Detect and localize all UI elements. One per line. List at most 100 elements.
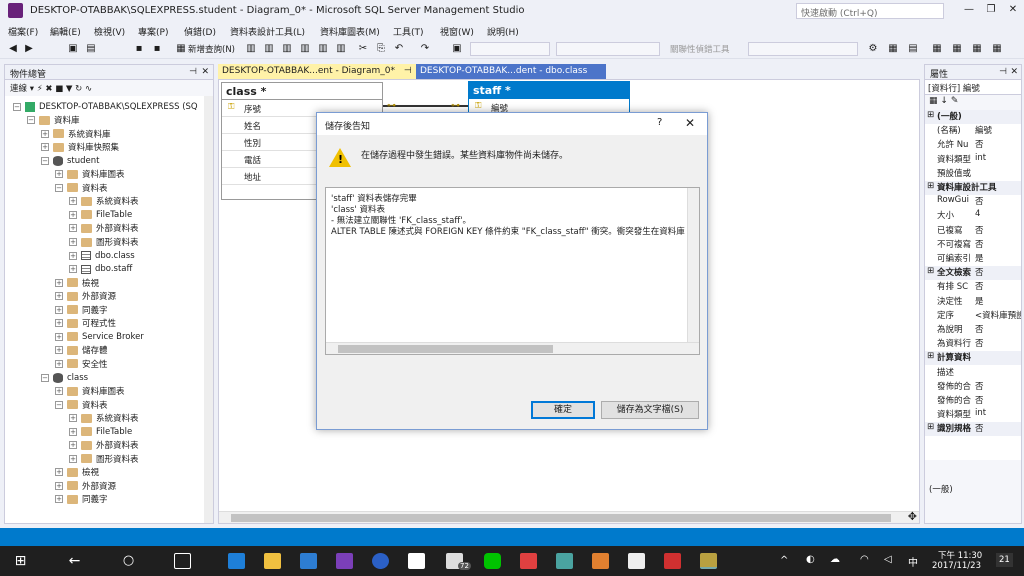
cut-icon[interactable]: ✂ (356, 42, 370, 56)
expand-icon[interactable]: + (69, 427, 77, 436)
query-icon[interactable]: ▥ (262, 42, 276, 56)
activity-icon[interactable]: ∿ (85, 84, 92, 94)
toolbox-icon[interactable]: ▦ (886, 42, 900, 56)
search-icon[interactable]: ○ (120, 553, 137, 569)
collapse-icon[interactable]: − (27, 116, 35, 125)
connect-icon[interactable]: ⚡ (37, 84, 43, 94)
clock-date[interactable]: 2017/11/23 (932, 561, 981, 571)
grid-icon[interactable]: ▦ (970, 42, 984, 56)
clock-time[interactable]: 下午 11:30 (938, 549, 982, 561)
tree-item[interactable]: + 圖形資料表 (69, 452, 139, 465)
tree-item[interactable]: + 系統資料庫 (41, 127, 111, 140)
property-row[interactable]: 已複寫 否 (925, 224, 1021, 238)
expand-icon[interactable]: + (55, 468, 63, 477)
find-select[interactable] (748, 42, 858, 56)
property-row[interactable]: ⊞ 計算資料 (925, 351, 1021, 366)
tree-item[interactable]: − student (41, 154, 100, 167)
property-row[interactable]: 描述 (925, 366, 1021, 380)
expand-icon[interactable]: ⊞ (927, 422, 934, 432)
expand-icon[interactable]: + (41, 129, 49, 138)
tree-item[interactable]: − 資料表 (55, 181, 108, 194)
expand-icon[interactable]: + (69, 238, 77, 246)
expand-icon[interactable]: + (69, 210, 77, 219)
expand-icon[interactable]: ⊞ (927, 351, 934, 361)
tree-item[interactable]: + 外部資源 (55, 290, 116, 303)
property-pages-icon[interactable]: ✎ (951, 96, 959, 106)
expand-icon[interactable]: + (41, 143, 49, 152)
expand-icon[interactable]: + (69, 251, 77, 260)
move-icon[interactable]: ✥ (908, 510, 917, 523)
property-row[interactable]: 資料類型 int (925, 153, 1021, 167)
expand-icon[interactable]: + (69, 265, 77, 274)
menu-item[interactable]: 編輯(E) (50, 25, 81, 38)
panel-close-icon[interactable]: ✕ (1010, 67, 1018, 77)
expand-icon[interactable]: + (69, 414, 77, 423)
connect-dropdown-icon[interactable]: ▾ (30, 84, 37, 94)
filter-icon[interactable]: ▼ (66, 84, 73, 94)
menu-item[interactable]: 資料表設計工具(L) (230, 25, 305, 38)
minimize-icon[interactable]: — (958, 4, 980, 18)
grid-icon[interactable]: ▦ (990, 42, 1004, 56)
new-project-icon[interactable]: ▣ (66, 42, 80, 56)
app-icon[interactable] (628, 553, 645, 569)
expand-icon[interactable]: + (55, 332, 63, 341)
property-row[interactable]: 發佈的合否 (925, 394, 1021, 408)
expand-icon[interactable]: + (55, 305, 63, 314)
properties-object-select[interactable]: [資料行] 編號 (925, 80, 1021, 95)
expand-icon[interactable]: ⊞ (927, 266, 934, 276)
property-row[interactable]: 有排 SC 否 (925, 280, 1021, 294)
details-scroll-thumb[interactable] (338, 345, 553, 353)
store-icon[interactable] (300, 553, 317, 569)
tab-diagram[interactable]: DESKTOP-OTABBAK...ent - Diagram_0* ⊣ ✕ (218, 64, 426, 79)
menu-item[interactable]: 檢視(V) (94, 25, 125, 38)
tree-item[interactable]: + dbo.class (69, 249, 135, 262)
save-as-text-button[interactable]: 儲存為文字檔(S) (601, 401, 699, 419)
query-icon[interactable]: ▥ (316, 42, 330, 56)
property-row[interactable]: 為說明 否 (925, 323, 1021, 337)
menu-item[interactable]: 說明(H) (487, 25, 519, 38)
ssms-taskbar-icon[interactable] (700, 553, 717, 569)
tree-item[interactable]: + 系統資料表 (69, 412, 139, 425)
disconnect-icon[interactable]: ✖ (45, 84, 52, 94)
collapse-icon[interactable]: − (55, 400, 63, 409)
restore-icon[interactable]: ❐ (980, 4, 1002, 18)
chevron-up-icon[interactable]: ^ (780, 555, 788, 566)
tree-item[interactable]: − class (41, 371, 88, 384)
pin-icon[interactable]: ⊣ (999, 67, 1007, 77)
app-icon[interactable] (520, 553, 537, 569)
details-vscrollbar[interactable] (687, 188, 699, 343)
property-row[interactable]: 不可複寫否 (925, 238, 1021, 252)
expand-icon[interactable]: + (55, 359, 63, 368)
expand-icon[interactable]: + (55, 387, 63, 396)
menu-item[interactable]: 視窗(W) (440, 25, 474, 38)
collapse-icon[interactable]: − (41, 373, 49, 382)
expand-icon[interactable]: + (55, 278, 63, 287)
grid-icon[interactable]: ▦ (930, 42, 944, 56)
app-icon[interactable] (592, 553, 609, 569)
expand-icon[interactable]: + (55, 495, 63, 504)
copy-icon[interactable]: ⎘ (374, 42, 388, 56)
property-row[interactable]: RowGui 否 (925, 195, 1021, 209)
tree-item[interactable]: + 同義字 (55, 493, 108, 506)
close-icon[interactable]: ✕ (1002, 4, 1024, 18)
expand-icon[interactable]: + (55, 170, 63, 179)
query-icon[interactable]: ▥ (244, 42, 258, 56)
app-icon[interactable] (556, 553, 573, 569)
relationship-tools-label[interactable]: 關聯性偵錯工具 (670, 43, 730, 55)
expand-icon[interactable]: + (55, 319, 63, 328)
details-hscrollbar[interactable] (326, 342, 699, 354)
media-icon[interactable] (372, 553, 389, 569)
menu-item[interactable]: 專案(P) (138, 25, 168, 38)
tree-item[interactable]: + 資料庫圖表 (55, 385, 125, 398)
panel-close-icon[interactable]: ✕ (201, 67, 209, 77)
property-row[interactable]: ⊞ 全文檢索否 (925, 266, 1021, 281)
redo-icon[interactable]: ↷ (418, 42, 432, 56)
expand-icon[interactable]: + (55, 481, 63, 490)
tree-item[interactable]: + 同義字 (55, 303, 108, 316)
undo-icon[interactable]: ↶ (392, 42, 406, 56)
app-icon[interactable] (664, 553, 681, 569)
tree-item[interactable]: + 圖形資料表 (69, 236, 139, 249)
tree-item[interactable]: + FileTable (69, 425, 132, 438)
tree-item[interactable]: + 儲存體 (55, 344, 108, 357)
stop-icon[interactable]: ■ (55, 84, 63, 94)
